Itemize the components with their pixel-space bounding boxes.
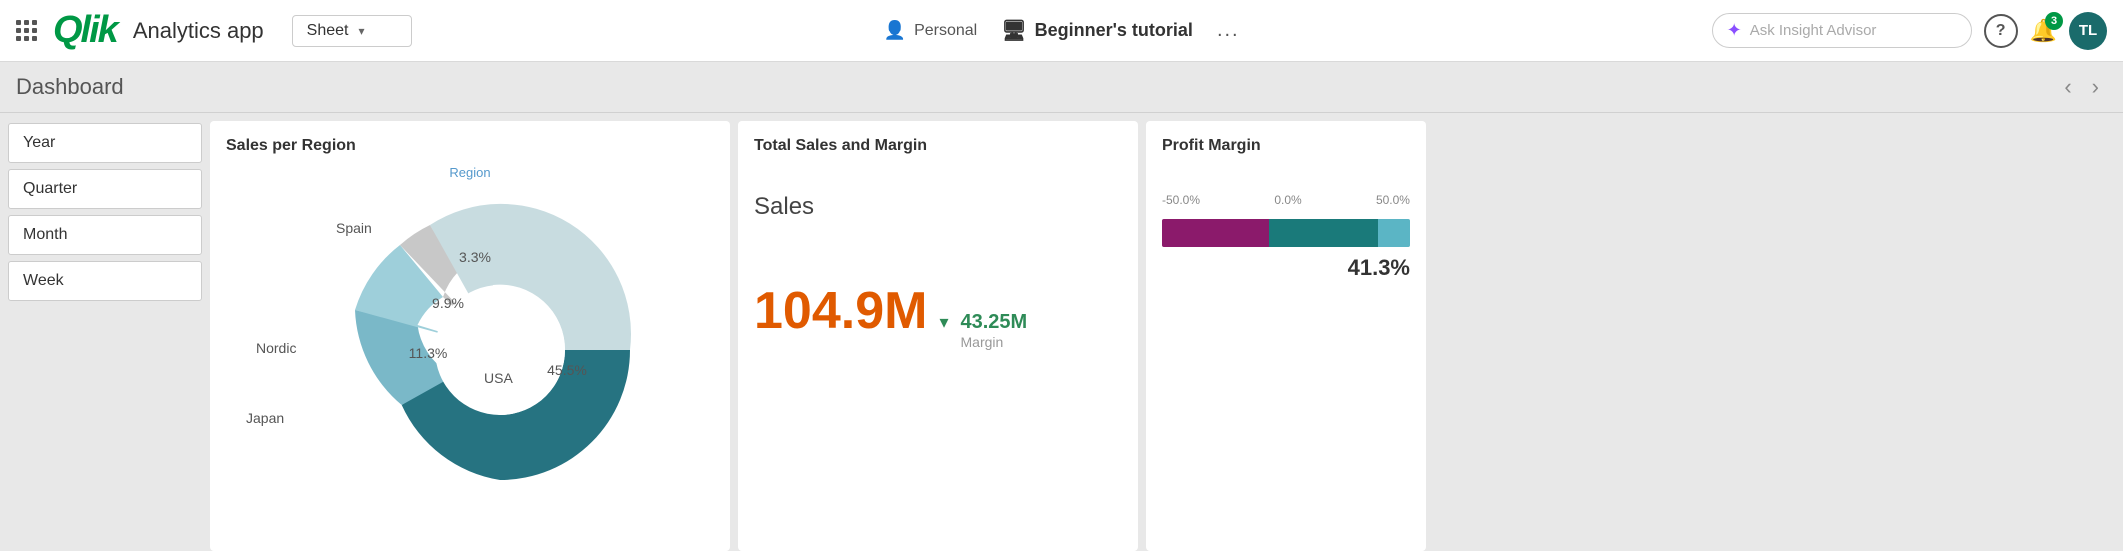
total-sales-card: Total Sales and Margin Sales 104.9M ▾ 43…	[738, 121, 1138, 551]
next-arrow[interactable]: ›	[2084, 72, 2107, 102]
chevron-down-icon: ▾	[358, 24, 364, 38]
sales-per-region-card: Sales per Region Region	[210, 121, 730, 551]
nordic-label: Nordic	[256, 340, 296, 356]
more-options-button[interactable]: ...	[1217, 19, 1240, 42]
qlik-logo: Qlik	[53, 9, 117, 52]
svg-text:3.3%: 3.3%	[459, 249, 491, 265]
help-button[interactable]: ?	[1984, 14, 2018, 48]
sheet-label: Sheet	[307, 22, 349, 40]
sales-value-row: 104.9M ▾ 43.25M Margin	[754, 281, 1122, 350]
header-actions: ? 🔔 3 TL	[1984, 12, 2107, 50]
grid-menu-icon[interactable]	[16, 20, 37, 41]
filter-month[interactable]: Month	[8, 215, 202, 255]
sales-label: Sales	[754, 193, 1122, 221]
profit-bar	[1162, 219, 1410, 247]
tutorial-label: Beginner's tutorial	[1035, 20, 1193, 41]
profit-percentage: 41.3%	[1162, 255, 1410, 281]
user-icon: 👤	[884, 20, 906, 41]
notification-button[interactable]: 🔔 3	[2030, 18, 2057, 44]
tutorial-button[interactable]: 🖥 Beginner's tutorial	[1001, 18, 1193, 43]
filter-quarter[interactable]: Quarter	[8, 169, 202, 209]
scale-min: -50.0%	[1162, 193, 1200, 207]
svg-text:45.5%: 45.5%	[547, 362, 587, 378]
sales-big-value: 104.9M	[754, 281, 927, 341]
profit-margin-card: Profit Margin -50.0% 0.0% 50.0% 41.3%	[1146, 121, 1426, 551]
trend-arrow: ▾	[939, 312, 948, 333]
sheet-dropdown[interactable]: Sheet ▾	[292, 15, 412, 47]
profit-bar-purple	[1162, 219, 1269, 247]
personal-button[interactable]: 👤 Personal	[884, 20, 978, 41]
app-header: Qlik Analytics app Sheet ▾ 👤 Personal 🖥 …	[0, 0, 2123, 62]
margin-value: 43.25M	[961, 311, 1028, 334]
sidebar: Year Quarter Month Week	[0, 113, 210, 551]
svg-text:11.3%: 11.3%	[409, 345, 448, 361]
sales-region-title: Sales per Region	[226, 137, 714, 155]
navigation-arrows: ‹ ›	[2056, 72, 2107, 102]
scale-mid: 0.0%	[1274, 193, 1301, 207]
margin-label: Margin	[961, 334, 1028, 350]
filter-year[interactable]: Year	[8, 123, 202, 163]
bar-scale: -50.0% 0.0% 50.0%	[1162, 193, 1410, 207]
profit-margin-title: Profit Margin	[1162, 137, 1410, 155]
charts-area: Sales per Region Region	[210, 113, 2123, 551]
svg-text:9.9%: 9.9%	[432, 295, 464, 311]
filter-week[interactable]: Week	[8, 261, 202, 301]
main-content: Year Quarter Month Week Sales per Region…	[0, 113, 2123, 551]
notification-badge: 3	[2045, 12, 2063, 30]
profit-bar-teal	[1269, 219, 1378, 247]
profit-bar-light	[1378, 219, 1410, 247]
total-sales-title: Total Sales and Margin	[754, 137, 1122, 155]
insight-placeholder: Ask Insight Advisor	[1750, 22, 1877, 39]
insight-advisor-icon: ✦	[1727, 20, 1742, 41]
insight-search[interactable]: ✦ Ask Insight Advisor	[1712, 13, 1972, 48]
personal-label: Personal	[914, 22, 977, 40]
avatar[interactable]: TL	[2069, 12, 2107, 50]
japan-label: Japan	[246, 410, 284, 426]
sub-header: Dashboard ‹ ›	[0, 62, 2123, 113]
scale-max: 50.0%	[1376, 193, 1410, 207]
region-legend-label: Region	[226, 165, 714, 180]
prev-arrow[interactable]: ‹	[2056, 72, 2079, 102]
dashboard-title: Dashboard	[16, 74, 124, 100]
monitor-icon: 🖥	[1001, 18, 1026, 43]
donut-chart: 3.3% 9.9% 11.3% 45.5% USA Japan Nordic S…	[226, 180, 714, 500]
app-title: Analytics app	[133, 18, 264, 44]
